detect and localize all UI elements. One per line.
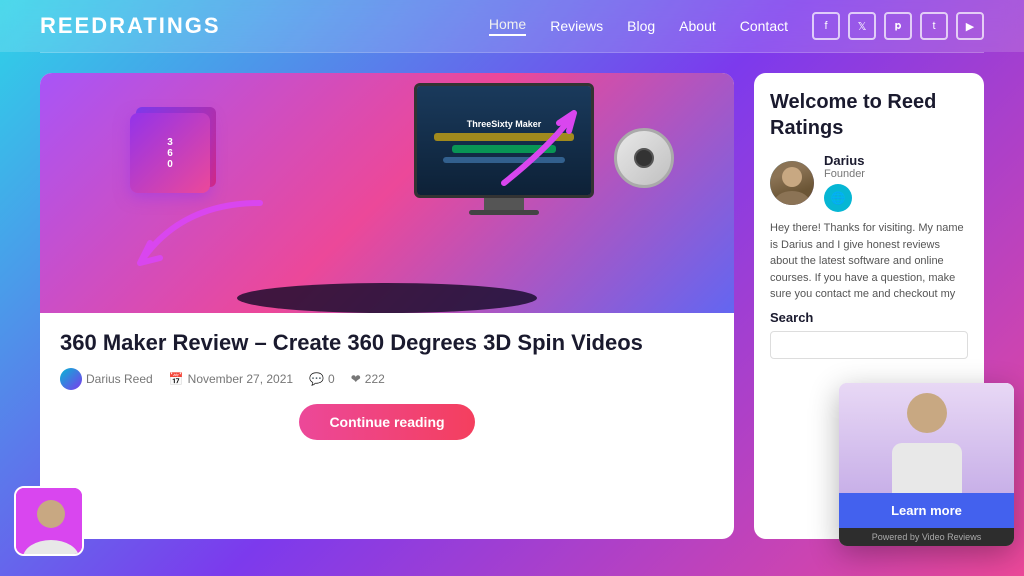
continue-reading-button[interactable]: Continue reading [299,404,474,440]
search-label: Search [770,310,968,325]
founder-info: Darius Founder 🌐 [824,153,865,212]
social-icons-group: f 𝕏 𝐩 t ▶ [812,12,984,40]
article-card: ThreeSixty Maker 360 [40,73,734,539]
product-box: 360 [130,113,210,193]
welcome-text: Hey there! Thanks for visiting. My name … [770,220,968,300]
tumblr-icon[interactable]: t [920,12,948,40]
arrow-left [100,183,280,303]
search-input[interactable] [770,331,968,359]
article-body: 360 Maker Review – Create 360 Degrees 3D… [40,313,734,456]
screen-bar-blue [443,157,565,163]
date-meta: 📅 November 27, 2021 [169,372,293,386]
monitor-stand [484,198,524,210]
founder-name: Darius [824,153,865,168]
screen-bar-yellow [434,133,573,141]
author-meta: Darius Reed [60,368,153,390]
pinterest-icon[interactable]: 𝐩 [884,12,912,40]
video-reviews-popup: Learn more Powered by Video Reviews [839,383,1014,546]
video-thumbnail [839,383,1014,493]
nav-about[interactable]: About [679,18,716,34]
product-logo: ThreeSixty Maker [467,119,542,129]
header: ReedRatings Home Reviews Blog About Cont… [0,0,1024,52]
founder-avatar [770,161,814,205]
like-icon: ❤ [351,372,361,386]
article-image: ThreeSixty Maker 360 [40,73,734,313]
nav-contact[interactable]: Contact [740,18,788,34]
main-nav: Home Reviews Blog About Contact f 𝕏 𝐩 t … [489,12,984,40]
monitor-screen: ThreeSixty Maker [414,83,594,198]
article-meta: Darius Reed 📅 November 27, 2021 💬 0 ❤ 22… [60,368,714,390]
facebook-icon[interactable]: f [812,12,840,40]
welcome-title: Welcome to Reed Ratings [770,89,968,141]
author-avatar [60,368,82,390]
person-body [892,443,962,493]
floating-avatar [14,486,84,556]
camera-lens [634,148,654,168]
article-date: November 27, 2021 [188,372,293,386]
nav-home[interactable]: Home [489,16,526,36]
nav-reviews[interactable]: Reviews [550,18,603,34]
founder-avatar-img [770,161,814,205]
comments-meta: 💬 0 [309,372,335,386]
calendar-icon: 📅 [169,372,184,386]
founder-row: Darius Founder 🌐 [770,153,968,212]
nav-blog[interactable]: Blog [627,18,655,34]
monitor-base [469,210,539,215]
camera-360 [614,128,674,188]
site-logo[interactable]: ReedRatings [40,13,221,39]
screen-bar-green [452,145,556,153]
comments-count: 0 [328,372,335,386]
stage-platform [237,283,537,313]
comment-icon: 💬 [309,372,324,386]
learn-more-button[interactable]: Learn more [839,493,1014,528]
person-silhouette [839,383,1014,493]
founder-role: Founder [824,168,865,180]
likes-count: 222 [365,372,385,386]
floating-avatar-img [16,488,84,556]
likes-meta: ❤ 222 [351,372,385,386]
powered-by-label: Powered by Video Reviews [839,528,1014,546]
author-name: Darius Reed [86,372,153,386]
person-head [907,393,947,433]
youtube-icon[interactable]: ▶ [956,12,984,40]
article-title: 360 Maker Review – Create 360 Degrees 3D… [60,329,714,358]
twitter-icon[interactable]: 𝕏 [848,12,876,40]
globe-button[interactable]: 🌐 [824,184,852,212]
